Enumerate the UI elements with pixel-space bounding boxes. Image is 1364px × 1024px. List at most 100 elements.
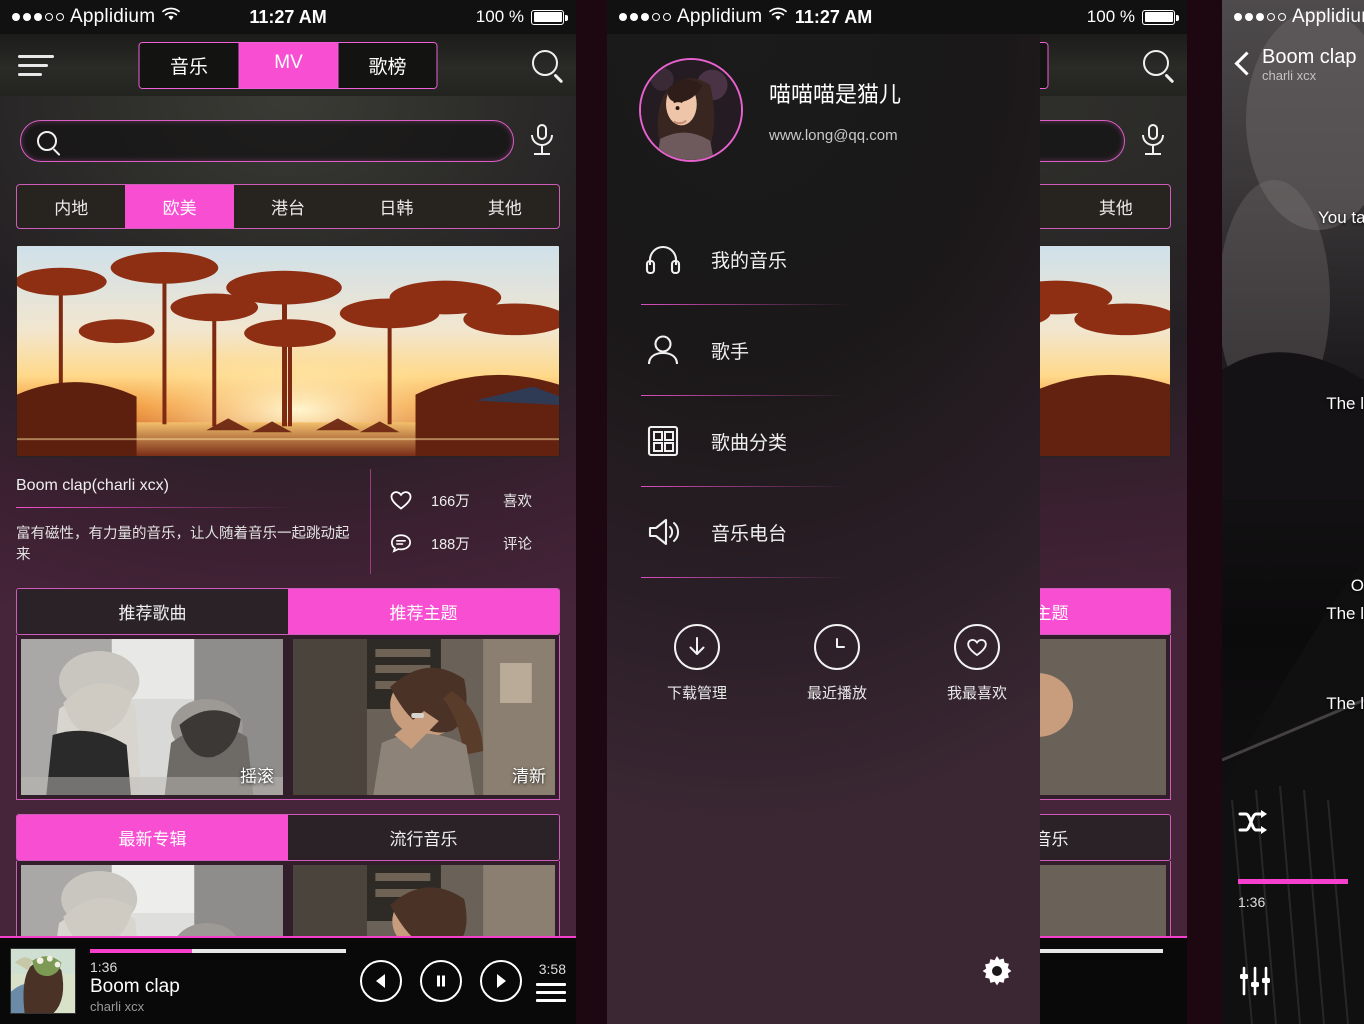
- track-title: Boom clap: [90, 975, 180, 997]
- status-bar: Applidium 11:27 AM 100 %: [1040, 0, 1187, 34]
- battery-icon: [531, 9, 568, 25]
- quick-action-recent[interactable]: 最近播放: [791, 624, 883, 703]
- clipped-content: Applidium 11:27 AM 100 % 音乐 MV 歌榜: [1040, 0, 1187, 1024]
- progress-bar[interactable]: [1040, 948, 1163, 953]
- current-time: 1:36: [1040, 959, 1163, 975]
- player-controls: [360, 960, 522, 1002]
- mini-player: 1:36 Boom clap charli xcx 3:58: [0, 936, 576, 1024]
- profile-header[interactable]: 喵喵喵是猫儿 www.long@qq.com: [607, 34, 1060, 162]
- next-icon[interactable]: [480, 960, 522, 1002]
- mini-player: 1:36 Boom clap charli xcx: [1040, 936, 1187, 1024]
- total-time: 3:58: [538, 960, 566, 977]
- album-artwork[interactable]: [10, 948, 76, 1014]
- quick-action-downloads[interactable]: 下载管理: [651, 624, 743, 703]
- stat-likes-count: 166万: [431, 493, 470, 510]
- status-bar: Applidium 11:27 AM: [607, 0, 1060, 34]
- avatar[interactable]: [639, 58, 743, 162]
- shuffle-icon[interactable]: [1238, 809, 1272, 835]
- category-tab-hktw[interactable]: 港台: [234, 185, 342, 228]
- tab-mv[interactable]: MV: [238, 42, 338, 88]
- menu-item-artists[interactable]: 歌手: [641, 305, 1060, 395]
- microphone-icon[interactable]: [528, 122, 556, 160]
- category-tab-western[interactable]: 欧美: [125, 185, 234, 228]
- search-input[interactable]: [1040, 132, 1108, 150]
- screen-music-home-clipped: Applidium 11:27 AM 100 % 音乐 MV 歌榜: [1040, 0, 1187, 1024]
- clock-icon: [814, 624, 860, 670]
- progress-bar[interactable]: [90, 948, 346, 953]
- grid-cell-rock[interactable]: 摇滚: [21, 639, 283, 795]
- player-info: 1:36 Boom clap charli xcx: [76, 948, 360, 1014]
- menu-item-label: 歌曲分类: [711, 432, 788, 454]
- profile-text: 喵喵喵是猫儿 www.long@qq.com: [769, 77, 901, 144]
- menu-item-radio[interactable]: 音乐电台: [641, 487, 1060, 577]
- back-chevron-icon[interactable]: [1234, 51, 1252, 79]
- menu-item-song-categories[interactable]: 歌曲分类: [641, 396, 1060, 486]
- screen-music-home: Applidium 11:27 AM 100 % 音乐 MV 歌榜 内地 欧美 …: [0, 0, 576, 1024]
- quick-actions: 下载管理 最近播放 我最喜欢: [607, 578, 1060, 703]
- grid-icon: [641, 421, 685, 461]
- signal-strength-icon: [1234, 13, 1286, 21]
- stat-likes[interactable]: 166万: [1040, 511, 1171, 532]
- stat-likes[interactable]: 166万 喜欢: [389, 490, 560, 511]
- stat-likes-label: 喜欢: [503, 493, 532, 510]
- category-tab-jpkr[interactable]: 日韩: [342, 185, 450, 228]
- hero-banner[interactable]: [1040, 245, 1171, 457]
- category-tab-mainland[interactable]: 内地: [17, 185, 125, 228]
- battery-percent-label: 100 %: [475, 7, 524, 26]
- search-box[interactable]: [20, 120, 514, 162]
- microphone-icon[interactable]: [1139, 122, 1167, 160]
- tab-pop-music[interactable]: 流行音乐: [1040, 815, 1170, 860]
- quick-action-label: 下载管理: [666, 685, 727, 702]
- tab-music[interactable]: 音乐: [139, 42, 239, 88]
- hero-banner[interactable]: [16, 245, 560, 457]
- tab-recommended-themes[interactable]: 推荐主题: [288, 589, 559, 634]
- carrier-label: Applidium: [677, 6, 763, 27]
- grid-cell-label: 清新: [512, 767, 546, 786]
- feature-description: 富有磁性，有力量的音乐，让人随着音乐一起跳动起来: [16, 526, 350, 563]
- panel-gap-3: [1187, 0, 1222, 1024]
- current-time: 1:36: [1238, 894, 1266, 910]
- tab-chart[interactable]: 歌榜: [337, 42, 437, 88]
- comment-icon: [389, 533, 413, 553]
- progress-bar[interactable]: [1238, 879, 1348, 884]
- section-b-tabs: 最新专辑 流行音乐: [16, 814, 560, 861]
- profile-name: 喵喵喵是猫儿: [769, 81, 902, 107]
- lyric-line: O: [1350, 576, 1364, 595]
- lyric-line: You ta: [1318, 208, 1364, 227]
- profile-email: www.long@qq.com: [769, 126, 898, 144]
- quick-action-favorites[interactable]: 我最喜欢: [931, 624, 1023, 703]
- status-bar-left: Applidium: [12, 6, 181, 28]
- feature-meta-row: Boom clap(charli xcx) 富有磁性，有力量的音乐，让人随着音乐…: [1040, 469, 1171, 574]
- headphones-icon: [641, 239, 685, 279]
- screen-now-playing: Applidium Boom clap charli xcx You ta Th…: [1222, 0, 1364, 1024]
- tab-chart[interactable]: 歌榜: [1040, 42, 1048, 88]
- playlist-icon[interactable]: [536, 982, 566, 1002]
- hamburger-icon[interactable]: [18, 54, 54, 76]
- search-icon[interactable]: [1143, 49, 1169, 81]
- tab-recommended-themes[interactable]: 推荐主题: [1040, 589, 1170, 634]
- gear-icon[interactable]: [980, 954, 1014, 988]
- tab-pop-music[interactable]: 流行音乐: [288, 815, 559, 860]
- pause-icon[interactable]: [420, 960, 462, 1002]
- search-icon[interactable]: [532, 49, 558, 81]
- equalizer-icon[interactable]: [1238, 966, 1272, 996]
- previous-icon[interactable]: [360, 960, 402, 1002]
- category-tab-other[interactable]: 其他: [451, 185, 559, 228]
- now-playing-body: Applidium Boom clap charli xcx You ta Th…: [1222, 0, 1364, 1024]
- wifi-icon: [768, 7, 788, 27]
- menu-item-my-music[interactable]: 我的音乐: [641, 214, 1060, 304]
- feature-meta-row: Boom clap(charli xcx) 富有磁性，有力量的音乐，让人随着音乐…: [16, 469, 560, 574]
- tab-recommended-songs[interactable]: 推荐歌曲: [17, 589, 288, 634]
- search-row: [1040, 96, 1187, 162]
- stat-comments[interactable]: 188万 评论: [389, 533, 560, 554]
- tab-newest-albums[interactable]: 最新专辑: [17, 815, 288, 860]
- category-tab-other[interactable]: 其他: [1062, 185, 1170, 228]
- wifi-icon: [161, 7, 181, 27]
- status-bar-right: 100 %: [1087, 7, 1179, 27]
- category-tab-jpkr[interactable]: 日韩: [1040, 185, 1062, 228]
- search-box[interactable]: [1040, 120, 1125, 162]
- search-input[interactable]: [57, 132, 497, 150]
- grid-cell-fresh[interactable]: [1040, 639, 1166, 795]
- screen-body: 内地 欧美 港台 日韩 其他: [1040, 96, 1187, 1024]
- grid-cell-fresh[interactable]: 清新: [293, 639, 555, 795]
